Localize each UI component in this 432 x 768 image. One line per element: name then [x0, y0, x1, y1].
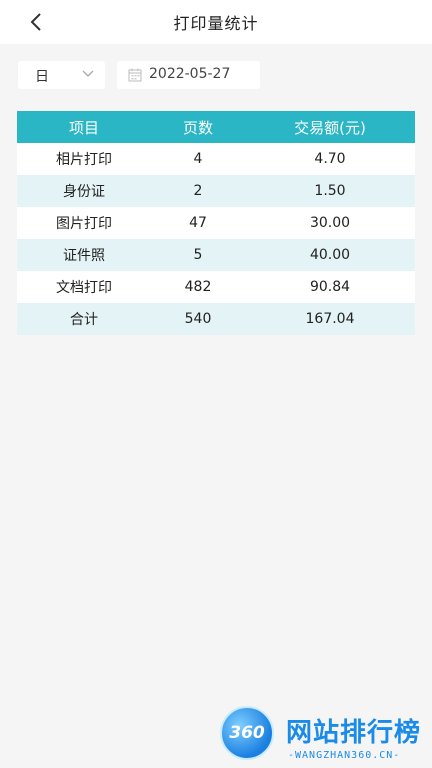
table-header-row: 项目 页数 交易额(元) [17, 111, 415, 143]
cell-amount: 1.50 [245, 175, 415, 207]
column-header-pages: 页数 [151, 111, 245, 143]
date-picker[interactable]: 2022-05-27 [117, 61, 260, 89]
cell-item: 文档打印 [17, 271, 151, 303]
period-select-value: 日 [35, 69, 49, 85]
top-bar: 打印量统计 [0, 0, 432, 44]
calendar-icon [128, 68, 142, 82]
table-row: 相片打印 4 4.70 [17, 143, 415, 175]
watermark-logo-text: 360 [229, 723, 265, 743]
cell-item: 证件照 [17, 239, 151, 271]
table-row-total: 合计 540 167.04 [17, 303, 415, 335]
watermark-logo: 360 [220, 706, 274, 760]
cell-item: 合计 [17, 303, 151, 335]
cell-pages: 5 [151, 239, 245, 271]
page-title: 打印量统计 [173, 14, 259, 33]
chevron-down-icon [82, 70, 94, 77]
cell-amount: 167.04 [245, 303, 415, 335]
cell-amount: 90.84 [245, 271, 415, 303]
table-row: 身份证 2 1.50 [17, 175, 415, 207]
cell-amount: 30.00 [245, 207, 415, 239]
column-header-amount: 交易额(元) [245, 111, 415, 143]
cell-pages: 2 [151, 175, 245, 207]
table-row: 图片打印 47 30.00 [17, 207, 415, 239]
watermark-title: 网站排行榜 [286, 718, 422, 748]
period-select[interactable]: 日 [18, 61, 105, 89]
cell-pages: 4 [151, 143, 245, 175]
watermark-subtitle: -WANGZHAN360.CN- [288, 750, 401, 761]
cell-item: 图片打印 [17, 207, 151, 239]
cell-pages: 47 [151, 207, 245, 239]
table-row: 文档打印 482 90.84 [17, 271, 415, 303]
cell-amount: 40.00 [245, 239, 415, 271]
watermark: 360 网站排行榜 -WANGZHAN360.CN- [220, 706, 432, 768]
cell-pages: 482 [151, 271, 245, 303]
cell-amount: 4.70 [245, 143, 415, 175]
cell-pages: 540 [151, 303, 245, 335]
cell-item: 身份证 [17, 175, 151, 207]
stats-table: 项目 页数 交易额(元) 相片打印 4 4.70 身份证 2 1.50 图片打印… [17, 111, 415, 335]
cell-item: 相片打印 [17, 143, 151, 175]
column-header-item: 项目 [17, 111, 151, 143]
table-row: 证件照 5 40.00 [17, 239, 415, 271]
date-value: 2022-05-27 [149, 66, 231, 82]
